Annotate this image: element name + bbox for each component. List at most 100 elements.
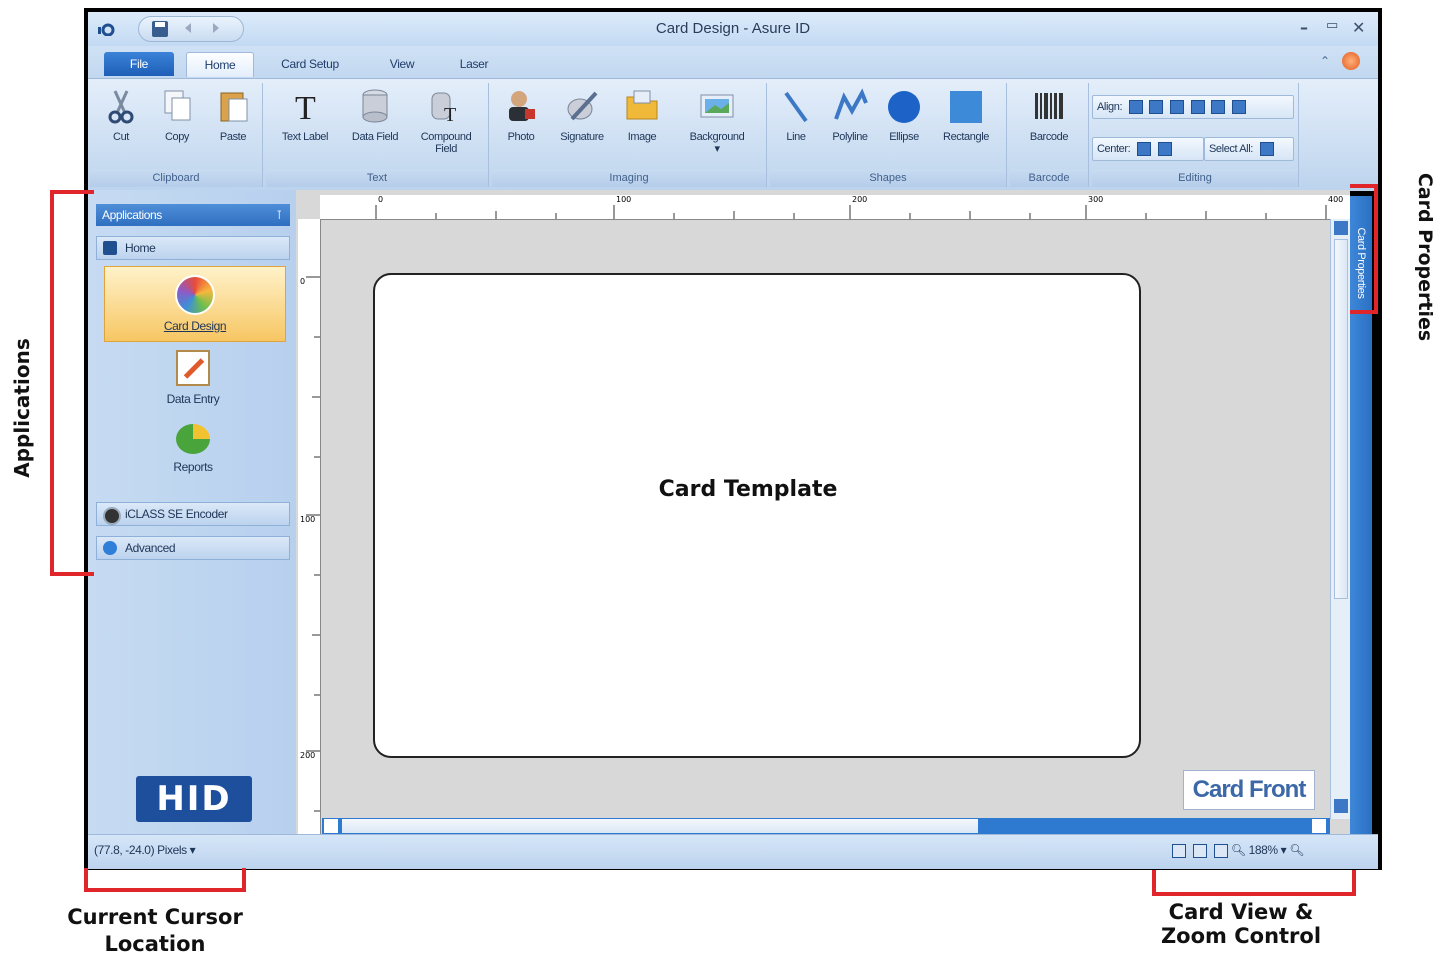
align-right-icon[interactable] xyxy=(1149,100,1164,115)
app-reports[interactable]: Reports xyxy=(102,420,284,484)
photo-label: Photo xyxy=(507,131,535,143)
vertical-scrollbar[interactable] xyxy=(1330,219,1351,819)
tab-card-setup[interactable]: Card Setup xyxy=(268,52,352,76)
background-label: Background xyxy=(689,131,745,143)
vertical-scroll-thumb[interactable] xyxy=(1334,239,1348,599)
copy-icon xyxy=(164,90,191,121)
cursor-location-annotation: Current Cursor Location xyxy=(40,904,270,958)
zoom-out-icon[interactable]: 🔍︎ xyxy=(1231,843,1246,857)
app-card-design[interactable]: Card Design xyxy=(104,266,286,342)
select-all-tools: Select All: xyxy=(1204,137,1294,161)
single-card-view-icon[interactable] xyxy=(1172,843,1186,858)
applications-annotation: Applications xyxy=(10,338,34,478)
reports-pie-icon xyxy=(176,424,210,454)
zoom-in-icon[interactable]: 🔍︎ xyxy=(1289,843,1304,857)
data-entry-pencil-icon xyxy=(176,350,210,386)
ruler-h-label-0: 0 xyxy=(378,195,384,204)
text-t-icon: T xyxy=(295,90,316,125)
side-by-side-view-icon[interactable] xyxy=(1213,843,1228,858)
copy-label: Copy xyxy=(164,131,190,143)
align-middle-icon[interactable] xyxy=(1211,100,1226,115)
compound-field-button[interactable]: T Compound Field xyxy=(410,83,482,155)
minimize-button[interactable]: – xyxy=(1300,18,1308,37)
pin-icon[interactable]: ⊺ xyxy=(276,204,282,226)
card-view-line-1: Card View & xyxy=(1168,900,1314,924)
paste-button[interactable]: Paste xyxy=(208,83,258,143)
barcode-button[interactable]: Barcode xyxy=(1018,83,1080,143)
rectangle-shape-icon xyxy=(950,91,982,123)
barcode-group: Barcode Barcode xyxy=(1010,83,1089,187)
align-center-icon[interactable] xyxy=(1232,100,1247,115)
collapse-ribbon-icon[interactable]: ⌃ xyxy=(1320,54,1330,68)
scroll-up-icon[interactable] xyxy=(1334,221,1348,235)
signature-pen-icon xyxy=(567,91,598,121)
shapes-group-label: Shapes xyxy=(770,169,1006,187)
text-group-label: Text xyxy=(266,169,488,187)
imaging-group-label: Imaging xyxy=(492,169,766,187)
cut-label: Cut xyxy=(113,131,129,143)
app-data-entry[interactable]: Data Entry xyxy=(102,346,284,412)
applications-header: Applications ⊺ xyxy=(96,204,290,226)
photo-button[interactable]: Photo xyxy=(496,83,546,143)
align-left-icon[interactable] xyxy=(1128,100,1143,115)
horizontal-scrollbar[interactable] xyxy=(322,818,1330,834)
card-view-zoom-bracket xyxy=(1152,870,1356,896)
signature-button[interactable]: Signature xyxy=(550,83,614,143)
scroll-left-icon[interactable] xyxy=(324,819,338,833)
window-title: Card Design - Asure ID xyxy=(655,20,811,37)
scissors-icon xyxy=(108,90,134,124)
copy-button[interactable]: Copy xyxy=(152,83,202,143)
cursor-coordinates-value: (77.8, -24.0) Pixels xyxy=(94,843,187,857)
iclass-encoder-icon xyxy=(103,507,121,525)
clipboard-group-label: Clipboard xyxy=(90,169,262,187)
line-button[interactable]: Line xyxy=(774,83,818,143)
nav-advanced-label: Advanced xyxy=(125,541,176,555)
ellipse-button[interactable]: Ellipse xyxy=(880,83,928,143)
title-bar: Card Design - Asure ID – ▭ ✕ xyxy=(88,12,1378,46)
ribbon: Cut Copy Paste Clipboard T Text Label Da… xyxy=(88,78,1378,191)
vertical-ruler: 0 100 200 xyxy=(298,219,321,834)
select-all-icon[interactable] xyxy=(1259,142,1274,157)
background-dropdown-icon[interactable]: ▾ xyxy=(714,143,720,155)
ruler-v-label-200: 200 xyxy=(300,751,316,760)
help-icon[interactable] xyxy=(1342,52,1360,70)
nav-home[interactable]: Home xyxy=(96,236,290,260)
polyline-button[interactable]: Polyline xyxy=(822,83,878,143)
align-top-icon[interactable] xyxy=(1170,100,1185,115)
horizontal-scroll-thumb[interactable] xyxy=(342,819,978,833)
center-vertical-icon[interactable] xyxy=(1157,142,1172,157)
imaging-group: Photo Signature Image Background ▾ Imagi… xyxy=(492,83,767,187)
barcode-label: Barcode xyxy=(1029,131,1069,143)
align-bottom-icon[interactable] xyxy=(1190,100,1205,115)
card-template[interactable] xyxy=(373,273,1141,758)
rectangle-button[interactable]: Rectangle xyxy=(930,83,1002,143)
front-back-view-icon[interactable] xyxy=(1192,843,1207,858)
compound-field-icon: T xyxy=(431,92,456,125)
center-horizontal-icon[interactable] xyxy=(1136,142,1151,157)
tab-home[interactable]: Home xyxy=(186,52,254,77)
text-label-button[interactable]: T Text Label xyxy=(270,83,340,143)
zoom-level[interactable]: 188% xyxy=(1249,843,1278,857)
nav-iclass-se-encoder[interactable]: iCLASS SE Encoder xyxy=(96,502,290,526)
barcode-icon xyxy=(1035,93,1063,119)
scroll-right-icon[interactable] xyxy=(1312,819,1326,833)
tab-file[interactable]: File xyxy=(104,52,174,76)
close-button[interactable]: ✕ xyxy=(1352,18,1365,37)
line-shape-icon xyxy=(784,91,808,123)
image-label: Image xyxy=(627,131,657,143)
scroll-down-icon[interactable] xyxy=(1334,799,1348,813)
tab-laser[interactable]: Laser xyxy=(444,52,504,76)
cursor-coordinates[interactable]: (77.8, -24.0) Pixels ▾ xyxy=(94,843,196,857)
image-button[interactable]: Image xyxy=(616,83,668,143)
text-group: T Text Label Data Field T Compound Field… xyxy=(266,83,489,187)
data-field-button[interactable]: Data Field xyxy=(342,83,408,143)
card-view-zoom-annotation: Card View & Zoom Control xyxy=(1126,900,1356,948)
maximize-button[interactable]: ▭ xyxy=(1326,18,1338,33)
background-picture-icon xyxy=(700,94,734,118)
cut-button[interactable]: Cut xyxy=(96,83,146,143)
nav-advanced[interactable]: Advanced xyxy=(96,536,290,560)
editing-group: Align: Center: Select All: Editing xyxy=(1092,83,1299,187)
card-view-zoom-controls: 🔍︎ 188% ▾ 🔍︎ xyxy=(1168,843,1304,858)
background-button[interactable]: Background ▾ xyxy=(672,83,762,155)
tab-view[interactable]: View xyxy=(372,52,432,76)
